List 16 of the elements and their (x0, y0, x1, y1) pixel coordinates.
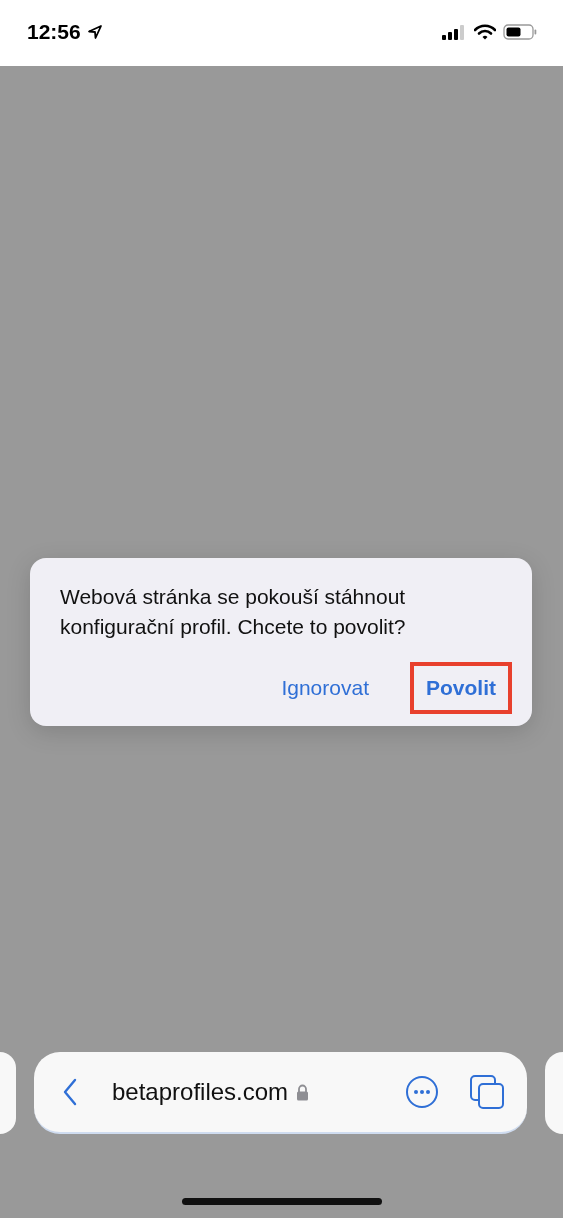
url-text[interactable]: betaprofiles.com (112, 1078, 289, 1106)
address-bar[interactable]: betaprofiles.com (34, 1052, 527, 1134)
wifi-icon (474, 24, 496, 40)
tabs-icon[interactable] (469, 1074, 505, 1110)
battery-icon (503, 24, 537, 40)
lock-icon (296, 1083, 310, 1101)
dialog-button[interactable]: Ignorovat (266, 663, 384, 713)
dialog-button[interactable]: Povolit (410, 662, 512, 714)
more-icon[interactable] (405, 1075, 439, 1109)
status-time: 12:56 (27, 20, 81, 44)
tab-card[interactable] (545, 1052, 563, 1134)
signal-icon (441, 24, 467, 40)
tab-card[interactable] (0, 1052, 16, 1134)
location-arrow-icon (86, 24, 103, 40)
alert-message: Webová stránka se pokouší stáhnout konfigurační profil. Chcete to povolit? (60, 584, 407, 640)
back-icon[interactable] (62, 1078, 78, 1106)
